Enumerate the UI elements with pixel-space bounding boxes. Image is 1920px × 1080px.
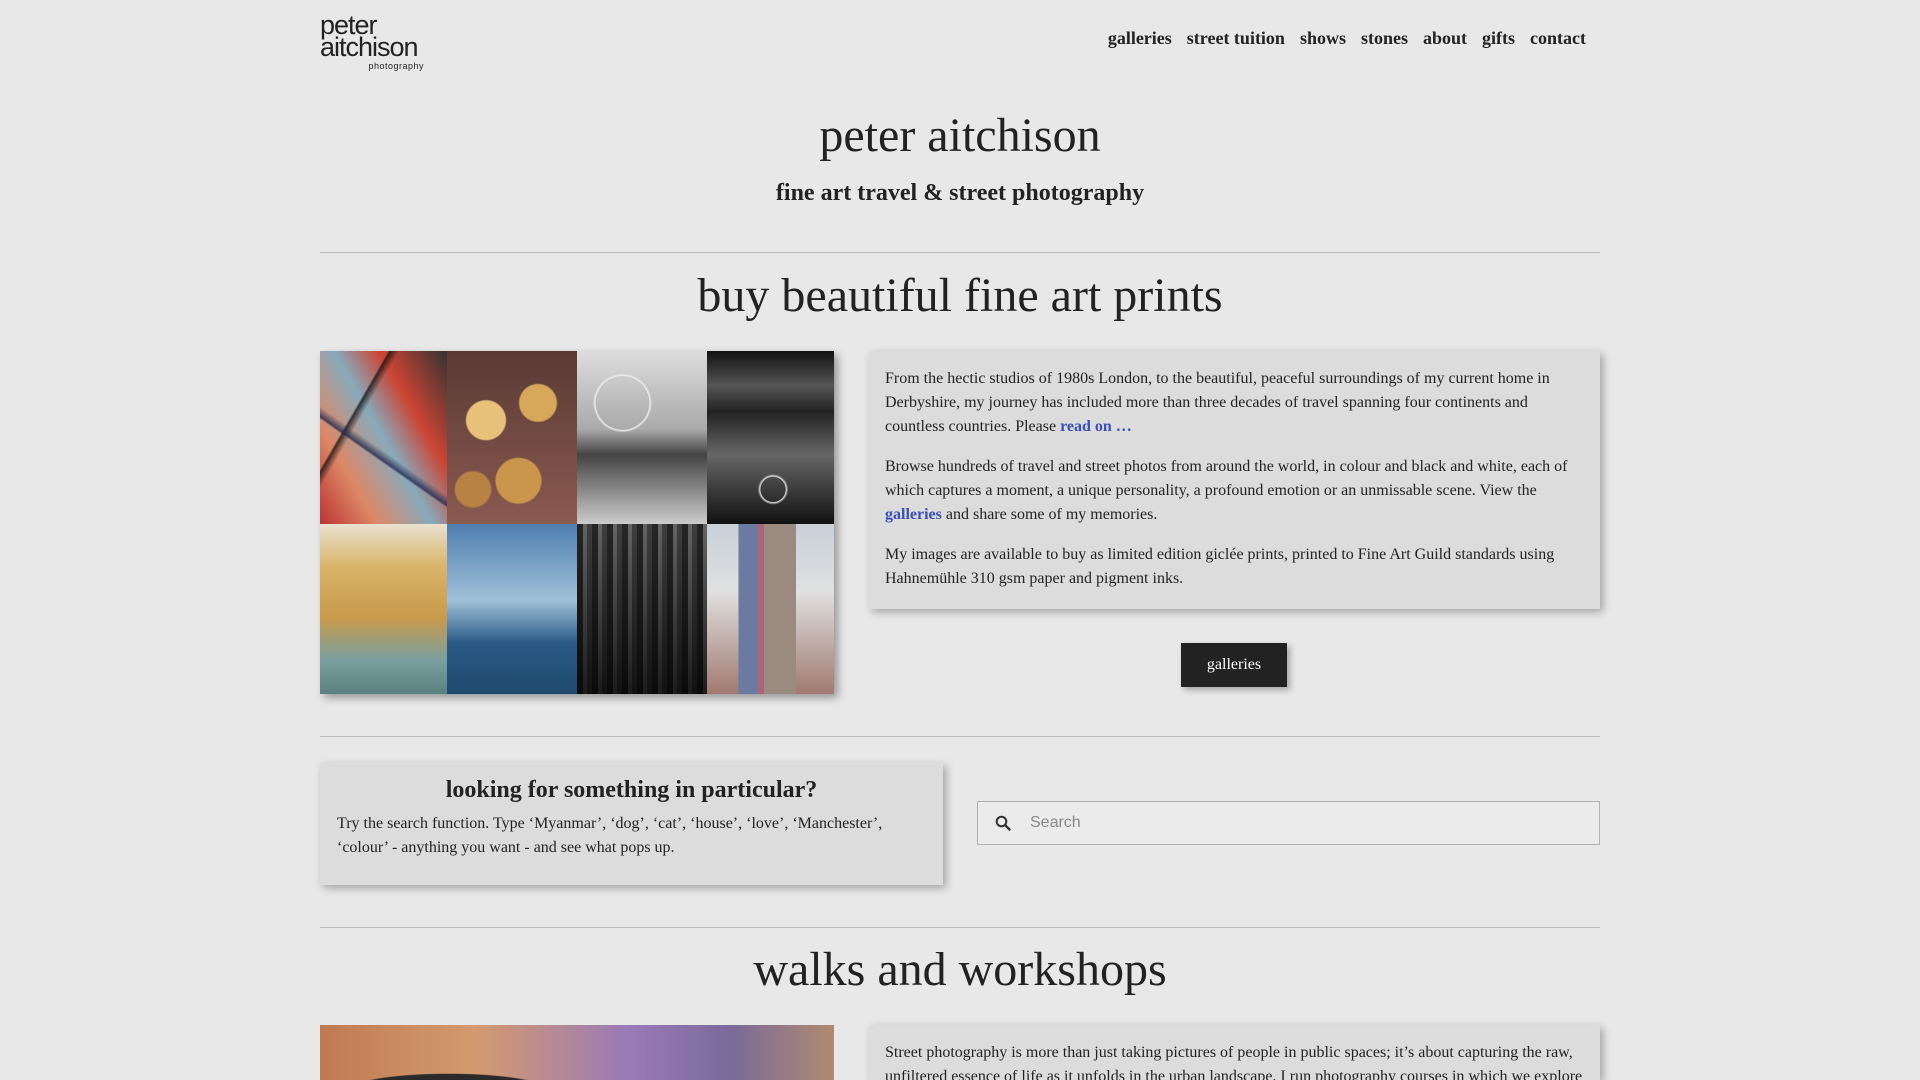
galleries-link[interactable]: galleries <box>885 506 942 523</box>
photo-arcade[interactable] <box>707 351 834 524</box>
search-box[interactable] <box>977 801 1600 845</box>
search-description: Try the search function. Type ‘Myanmar’,… <box>337 815 883 856</box>
photo-lanterns[interactable] <box>447 351 577 524</box>
read-on-link[interactable]: read on … <box>1060 418 1132 435</box>
workshop-text: Street photography is more than just tak… <box>885 1044 1583 1080</box>
photo-stained-glass[interactable] <box>320 351 447 524</box>
photo-fisherman[interactable] <box>447 524 577 694</box>
workshops-heading: walks and workshops <box>753 943 1167 996</box>
search-icon <box>978 815 1028 831</box>
logo-line-2: aitchison <box>320 32 419 62</box>
workshop-panel: Street photography is more than just tak… <box>869 1025 1600 1080</box>
intro-paragraph-2: Browse hundreds of travel and street pho… <box>885 455 1584 527</box>
intro-text-2a: Browse hundreds of travel and street pho… <box>885 458 1568 499</box>
page: peter aitchison photography galleries st… <box>0 0 1920 1080</box>
nav-street-tuition[interactable]: street tuition <box>1187 28 1285 49</box>
photo-mosaic[interactable] <box>320 351 834 694</box>
galleries-button[interactable]: galleries <box>1181 643 1287 687</box>
nav-gifts[interactable]: gifts <box>1482 28 1515 49</box>
intro-panel: From the hectic studios of 1980s London,… <box>869 351 1600 609</box>
intro-paragraph-3: My images are available to buy as limite… <box>885 546 1555 587</box>
photo-tower-building[interactable] <box>707 524 834 694</box>
photo-pier[interactable] <box>577 351 707 524</box>
search-heading: looking for something in particular? <box>445 777 818 803</box>
logo-line-3: photography <box>368 61 424 71</box>
nav-contact[interactable]: contact <box>1530 28 1586 49</box>
prints-heading: buy beautiful fine art prints <box>697 269 1223 322</box>
main-nav: galleries street tuition shows stones ab… <box>1108 28 1586 49</box>
nav-galleries[interactable]: galleries <box>1108 28 1172 49</box>
site-logo[interactable]: peter aitchison photography <box>320 12 430 72</box>
nav-about[interactable]: about <box>1423 28 1467 49</box>
photo-venice-house[interactable] <box>320 524 447 694</box>
intro-paragraph-1: From the hectic studios of 1980s London,… <box>885 367 1584 439</box>
site-subtitle: fine art travel & street photography <box>775 180 1145 206</box>
photo-city-skyline[interactable] <box>577 524 707 694</box>
divider <box>320 736 1600 737</box>
search-info-panel: looking for something in particular? Try… <box>320 763 943 885</box>
site-title: peter aitchison <box>819 109 1101 162</box>
workshop-photo[interactable] <box>320 1025 834 1080</box>
divider <box>320 927 1600 928</box>
divider <box>320 252 1600 253</box>
intro-text-2b: and share some of my memories. <box>941 506 1158 523</box>
intro-text-1: From the hectic studios of 1980s London,… <box>885 370 1550 435</box>
search-input[interactable] <box>1028 813 1599 833</box>
nav-shows[interactable]: shows <box>1300 28 1346 49</box>
nav-stones[interactable]: stones <box>1361 28 1408 49</box>
